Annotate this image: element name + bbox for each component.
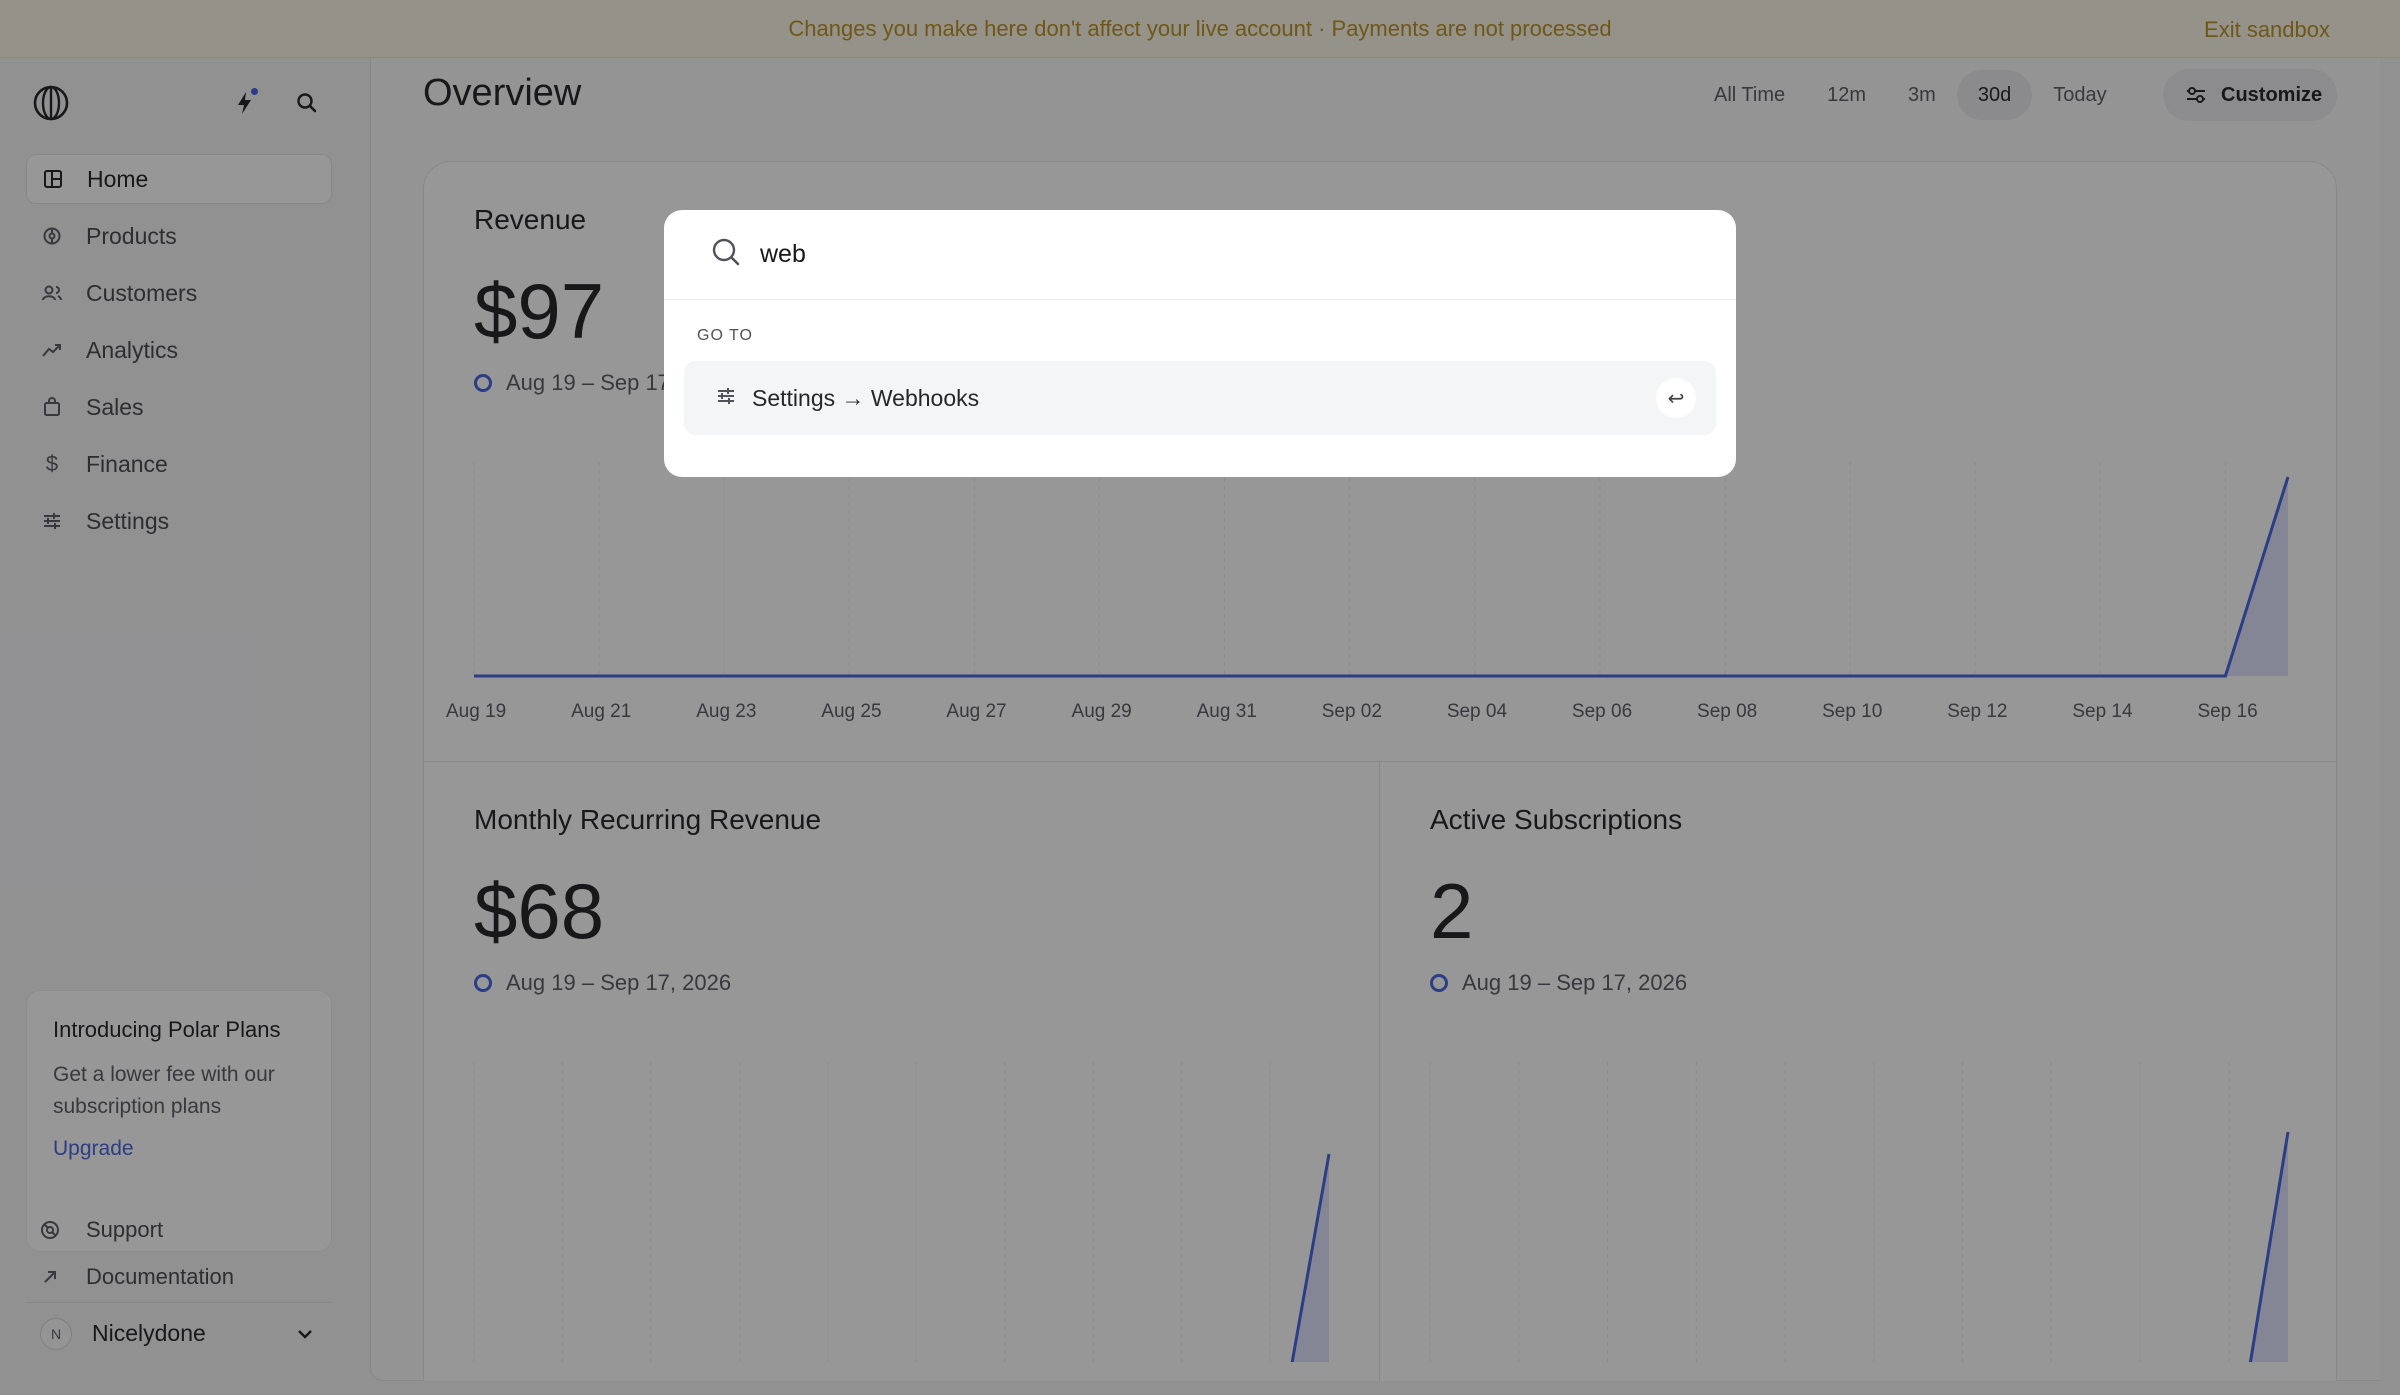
command-palette: GO TO Settings → Webhooks ↩ (664, 210, 1736, 477)
enter-key-icon: ↩ (1656, 378, 1696, 418)
command-search-input[interactable] (760, 240, 1660, 269)
group-label: GO TO (697, 327, 753, 344)
sliders-icon (716, 386, 736, 411)
result-label: Settings → Webhooks (752, 384, 980, 411)
result-settings-webhooks[interactable]: Settings → Webhooks ↩ (684, 361, 1716, 435)
app-root: Changes you make here don't affect your … (0, 0, 2400, 1395)
search-icon (710, 236, 742, 273)
command-search-row (664, 210, 1736, 300)
